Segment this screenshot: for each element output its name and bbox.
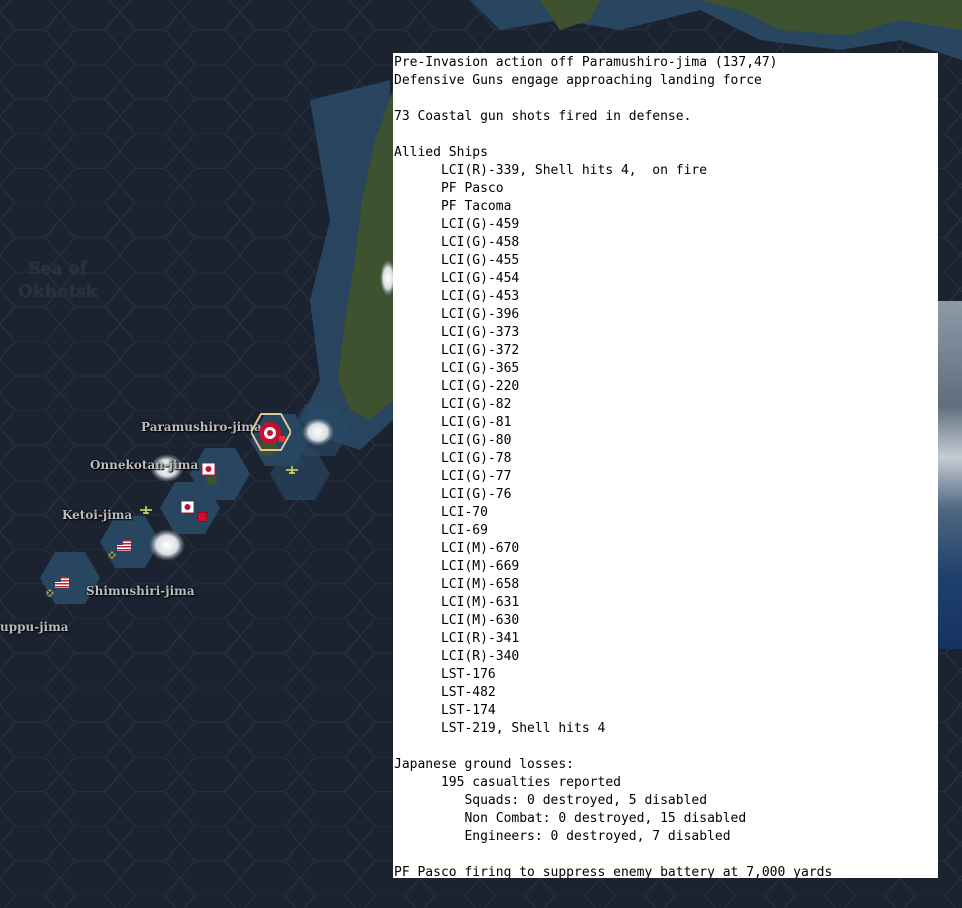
- report-line: LCI(M)-630: [394, 613, 520, 628]
- report-line: LCI(R)-339, Shell hits 4, on fire: [394, 163, 708, 178]
- location-label-shimushiri: Shimushiri-jima: [86, 584, 195, 598]
- report-line: LCI(G)-220: [394, 379, 520, 394]
- report-line: LST-482: [394, 685, 496, 700]
- combat-report-window[interactable]: Pre-Invasion action off Paramushiro-jima…: [393, 53, 938, 878]
- report-line: Japanese ground losses:: [394, 757, 575, 772]
- report-line: PF Pasco: [394, 181, 504, 196]
- report-line: LCI(M)-670: [394, 541, 520, 556]
- report-line: LCI(G)-81: [394, 415, 512, 430]
- report-line: LCI(G)-458: [394, 235, 520, 250]
- report-line: LCI(G)-453: [394, 289, 520, 304]
- report-line: [394, 90, 938, 108]
- report-line: LST-176: [394, 667, 496, 682]
- report-line: LST-174: [394, 703, 496, 718]
- report-line: Defensive Guns engage approaching landin…: [394, 73, 762, 88]
- report-line: [394, 738, 938, 756]
- report-line: Engineers: 0 destroyed, 7 disabled: [394, 829, 731, 844]
- location-label-ketoi: Ketoi-jima: [62, 508, 133, 522]
- side-panel-image: [938, 301, 962, 649]
- report-line: LCI(G)-396: [394, 307, 520, 322]
- report-line: LCI(G)-373: [394, 325, 520, 340]
- report-line: LCI(G)-459: [394, 217, 520, 232]
- report-line: LCI(M)-631: [394, 595, 520, 610]
- report-line: LCI(G)-365: [394, 361, 520, 376]
- report-line: LCI(G)-372: [394, 343, 520, 358]
- location-label-onnekotan: Onnekotan-jima: [90, 458, 199, 472]
- report-line: Non Combat: 0 destroyed, 15 disabled: [394, 811, 747, 826]
- report-line: LST-219, Shell hits 4: [394, 721, 606, 736]
- report-line: LCI(R)-340: [394, 649, 520, 664]
- report-line: PF Pasco firing to suppress enemy batter…: [394, 865, 833, 878]
- report-line: LCI(G)-82: [394, 397, 512, 412]
- report-line: LCI(M)-658: [394, 577, 520, 592]
- report-line: [394, 126, 938, 144]
- sea-label-okhotsk: Sea of Okhotsk: [18, 259, 98, 302]
- report-line: LCI(G)-77: [394, 469, 512, 484]
- report-line: LCI(G)-78: [394, 451, 512, 466]
- report-line: LCI(G)-454: [394, 271, 520, 286]
- location-label-uruppu: uppu-jima: [0, 620, 69, 634]
- report-line: LCI-70: [394, 505, 488, 520]
- report-line: LCI(M)-669: [394, 559, 520, 574]
- report-line: LCI(G)-76: [394, 487, 512, 502]
- report-line: 195 casualties reported: [394, 775, 621, 790]
- report-line: LCI-69: [394, 523, 488, 538]
- report-line: [394, 846, 938, 864]
- report-line: Squads: 0 destroyed, 5 disabled: [394, 793, 708, 808]
- report-line: LCI(R)-341: [394, 631, 520, 646]
- report-line: Pre-Invasion action off Paramushiro-jima…: [394, 55, 778, 70]
- report-line: Allied Ships: [394, 145, 488, 160]
- location-label-paramushiro: Paramushiro-jima: [141, 420, 262, 434]
- combat-report-text: Pre-Invasion action off Paramushiro-jima…: [393, 53, 938, 878]
- report-line: 73 Coastal gun shots fired in defense.: [394, 109, 692, 124]
- report-line: LCI(G)-455: [394, 253, 520, 268]
- report-line: PF Tacoma: [394, 199, 512, 214]
- report-line: LCI(G)-80: [394, 433, 512, 448]
